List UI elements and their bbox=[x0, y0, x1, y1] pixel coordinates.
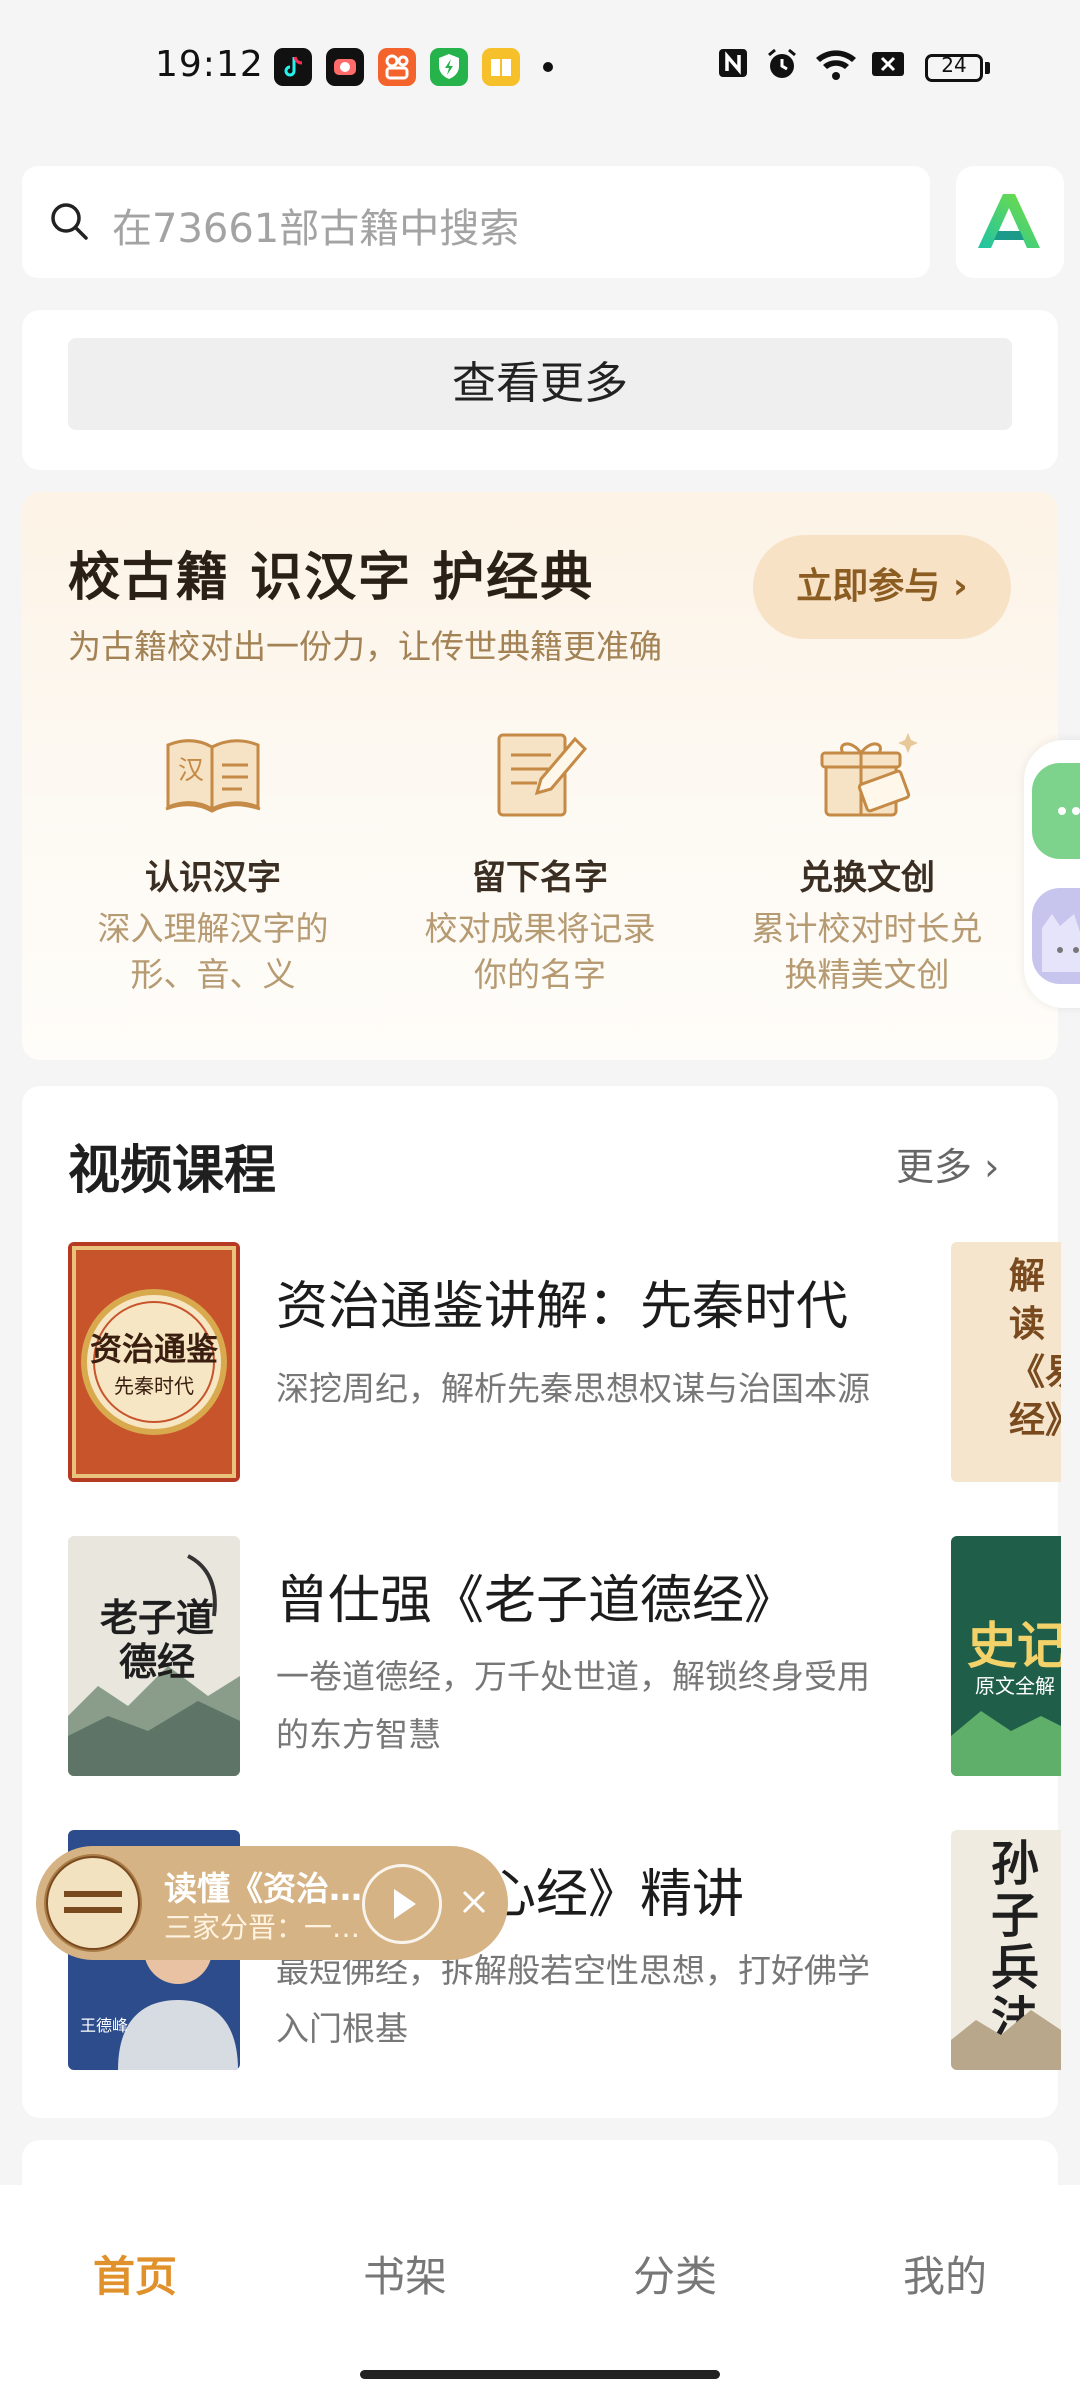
gift-box-icon bbox=[812, 725, 922, 825]
play-icon bbox=[394, 1889, 416, 1919]
cover-subtitle-zizhi: 先秦时代 bbox=[114, 1374, 194, 1398]
view-more-button[interactable]: 查看更多 bbox=[68, 338, 1012, 430]
proofread-subtitle: 为古籍校对出一份力，让传世典籍更准确 bbox=[68, 627, 662, 666]
feature-title-name: 留下名字 bbox=[472, 858, 608, 898]
tab-bookshelf[interactable]: 书架 bbox=[305, 2243, 505, 2304]
cover-title-laozi: 老子道德经 bbox=[99, 1595, 214, 1684]
player-title: 读懂《资治… bbox=[164, 1869, 362, 1908]
join-now-label: 立即参与 bbox=[796, 566, 941, 607]
nfc-icon bbox=[716, 46, 750, 88]
course-cover-zizhi[interactable]: 资治通鉴 先秦时代 bbox=[68, 1242, 240, 1482]
feature-title-learn: 认识汉字 bbox=[145, 858, 281, 898]
feature-desc-name: 校对成果将记录 你的名字 bbox=[424, 909, 656, 994]
app-logo-button[interactable] bbox=[956, 166, 1064, 278]
close-player-button[interactable] bbox=[452, 1880, 496, 1924]
chevron-right-icon: › bbox=[952, 566, 968, 607]
course-cover-yijing[interactable]: 解读《易经》 bbox=[951, 1242, 1061, 1482]
feature-title-exchange: 兑换文创 bbox=[799, 858, 935, 898]
feature-desc-learn: 深入理解汉字的 形、音、义 bbox=[97, 909, 329, 994]
course-cover-shiji[interactable]: 史记 原文全解 bbox=[951, 1536, 1061, 1776]
notification-dot bbox=[543, 62, 553, 72]
course-cover-sunzi[interactable]: 孙子兵法 bbox=[951, 1830, 1061, 2070]
join-now-button[interactable]: 立即参与 › bbox=[753, 535, 1011, 639]
notepad-pen-icon bbox=[485, 725, 595, 825]
tab-category[interactable]: 分类 bbox=[575, 2243, 775, 2304]
mascot-icon[interactable] bbox=[1032, 888, 1080, 984]
battery-tip bbox=[985, 62, 990, 74]
course-title-1[interactable]: 资治通鉴讲解：先秦时代 bbox=[276, 1264, 848, 1339]
tab-home[interactable]: 首页 bbox=[35, 2243, 235, 2304]
book-icon: 汉 bbox=[158, 725, 268, 825]
no-signal-icon bbox=[870, 46, 906, 90]
reader-app-icon bbox=[482, 48, 520, 86]
status-time: 19:12 bbox=[155, 44, 264, 85]
course-desc-2: 一卷道德经，万千处世道，解锁终身受用 的东方智慧 bbox=[276, 1657, 870, 1754]
course-desc-1: 深挖周纪，解析先秦思想权谋与治国本源 bbox=[276, 1369, 870, 1408]
kuaishou-icon bbox=[378, 48, 416, 86]
play-button[interactable] bbox=[362, 1864, 442, 1944]
search-icon bbox=[48, 200, 90, 242]
video-courses-heading: 视频课程 bbox=[68, 1140, 277, 1201]
app-logo-icon bbox=[978, 194, 1040, 248]
alarm-icon bbox=[764, 46, 800, 90]
chevron-right-icon: › bbox=[984, 1145, 1000, 1189]
svg-text:汉: 汉 bbox=[178, 756, 204, 786]
battery-level: 24 bbox=[941, 53, 967, 77]
video-courses-more-link[interactable]: 更多 › bbox=[896, 1136, 999, 1191]
tab-mine[interactable]: 我的 bbox=[845, 2243, 1045, 2304]
course-cover-laozi[interactable]: 老子道德经 bbox=[68, 1536, 240, 1776]
camera-app-icon bbox=[326, 48, 364, 86]
search-placeholder[interactable]: 在73661部古籍中搜索 bbox=[112, 196, 519, 254]
course-title-2[interactable]: 曾仕强《老子道德经》 bbox=[276, 1558, 796, 1633]
cover-title-zizhi: 资治通鉴 bbox=[89, 1330, 218, 1368]
home-indicator[interactable] bbox=[360, 2370, 720, 2379]
player-cover bbox=[44, 1854, 142, 1952]
wifi-icon bbox=[814, 46, 858, 90]
close-icon bbox=[462, 1890, 486, 1914]
security-app-icon bbox=[430, 48, 468, 86]
cover-name-wangdefeng: 王德峰 bbox=[80, 2016, 129, 2035]
proofread-title: 校古籍 识汉字 护经典 bbox=[68, 547, 595, 608]
chat-bubble-icon[interactable] bbox=[1032, 763, 1080, 859]
tiktok-icon bbox=[274, 48, 312, 86]
player-subtitle: 三家分晋：一… bbox=[164, 1911, 361, 1944]
feature-desc-exchange: 累计校对时长兑 换精美文创 bbox=[751, 909, 983, 994]
